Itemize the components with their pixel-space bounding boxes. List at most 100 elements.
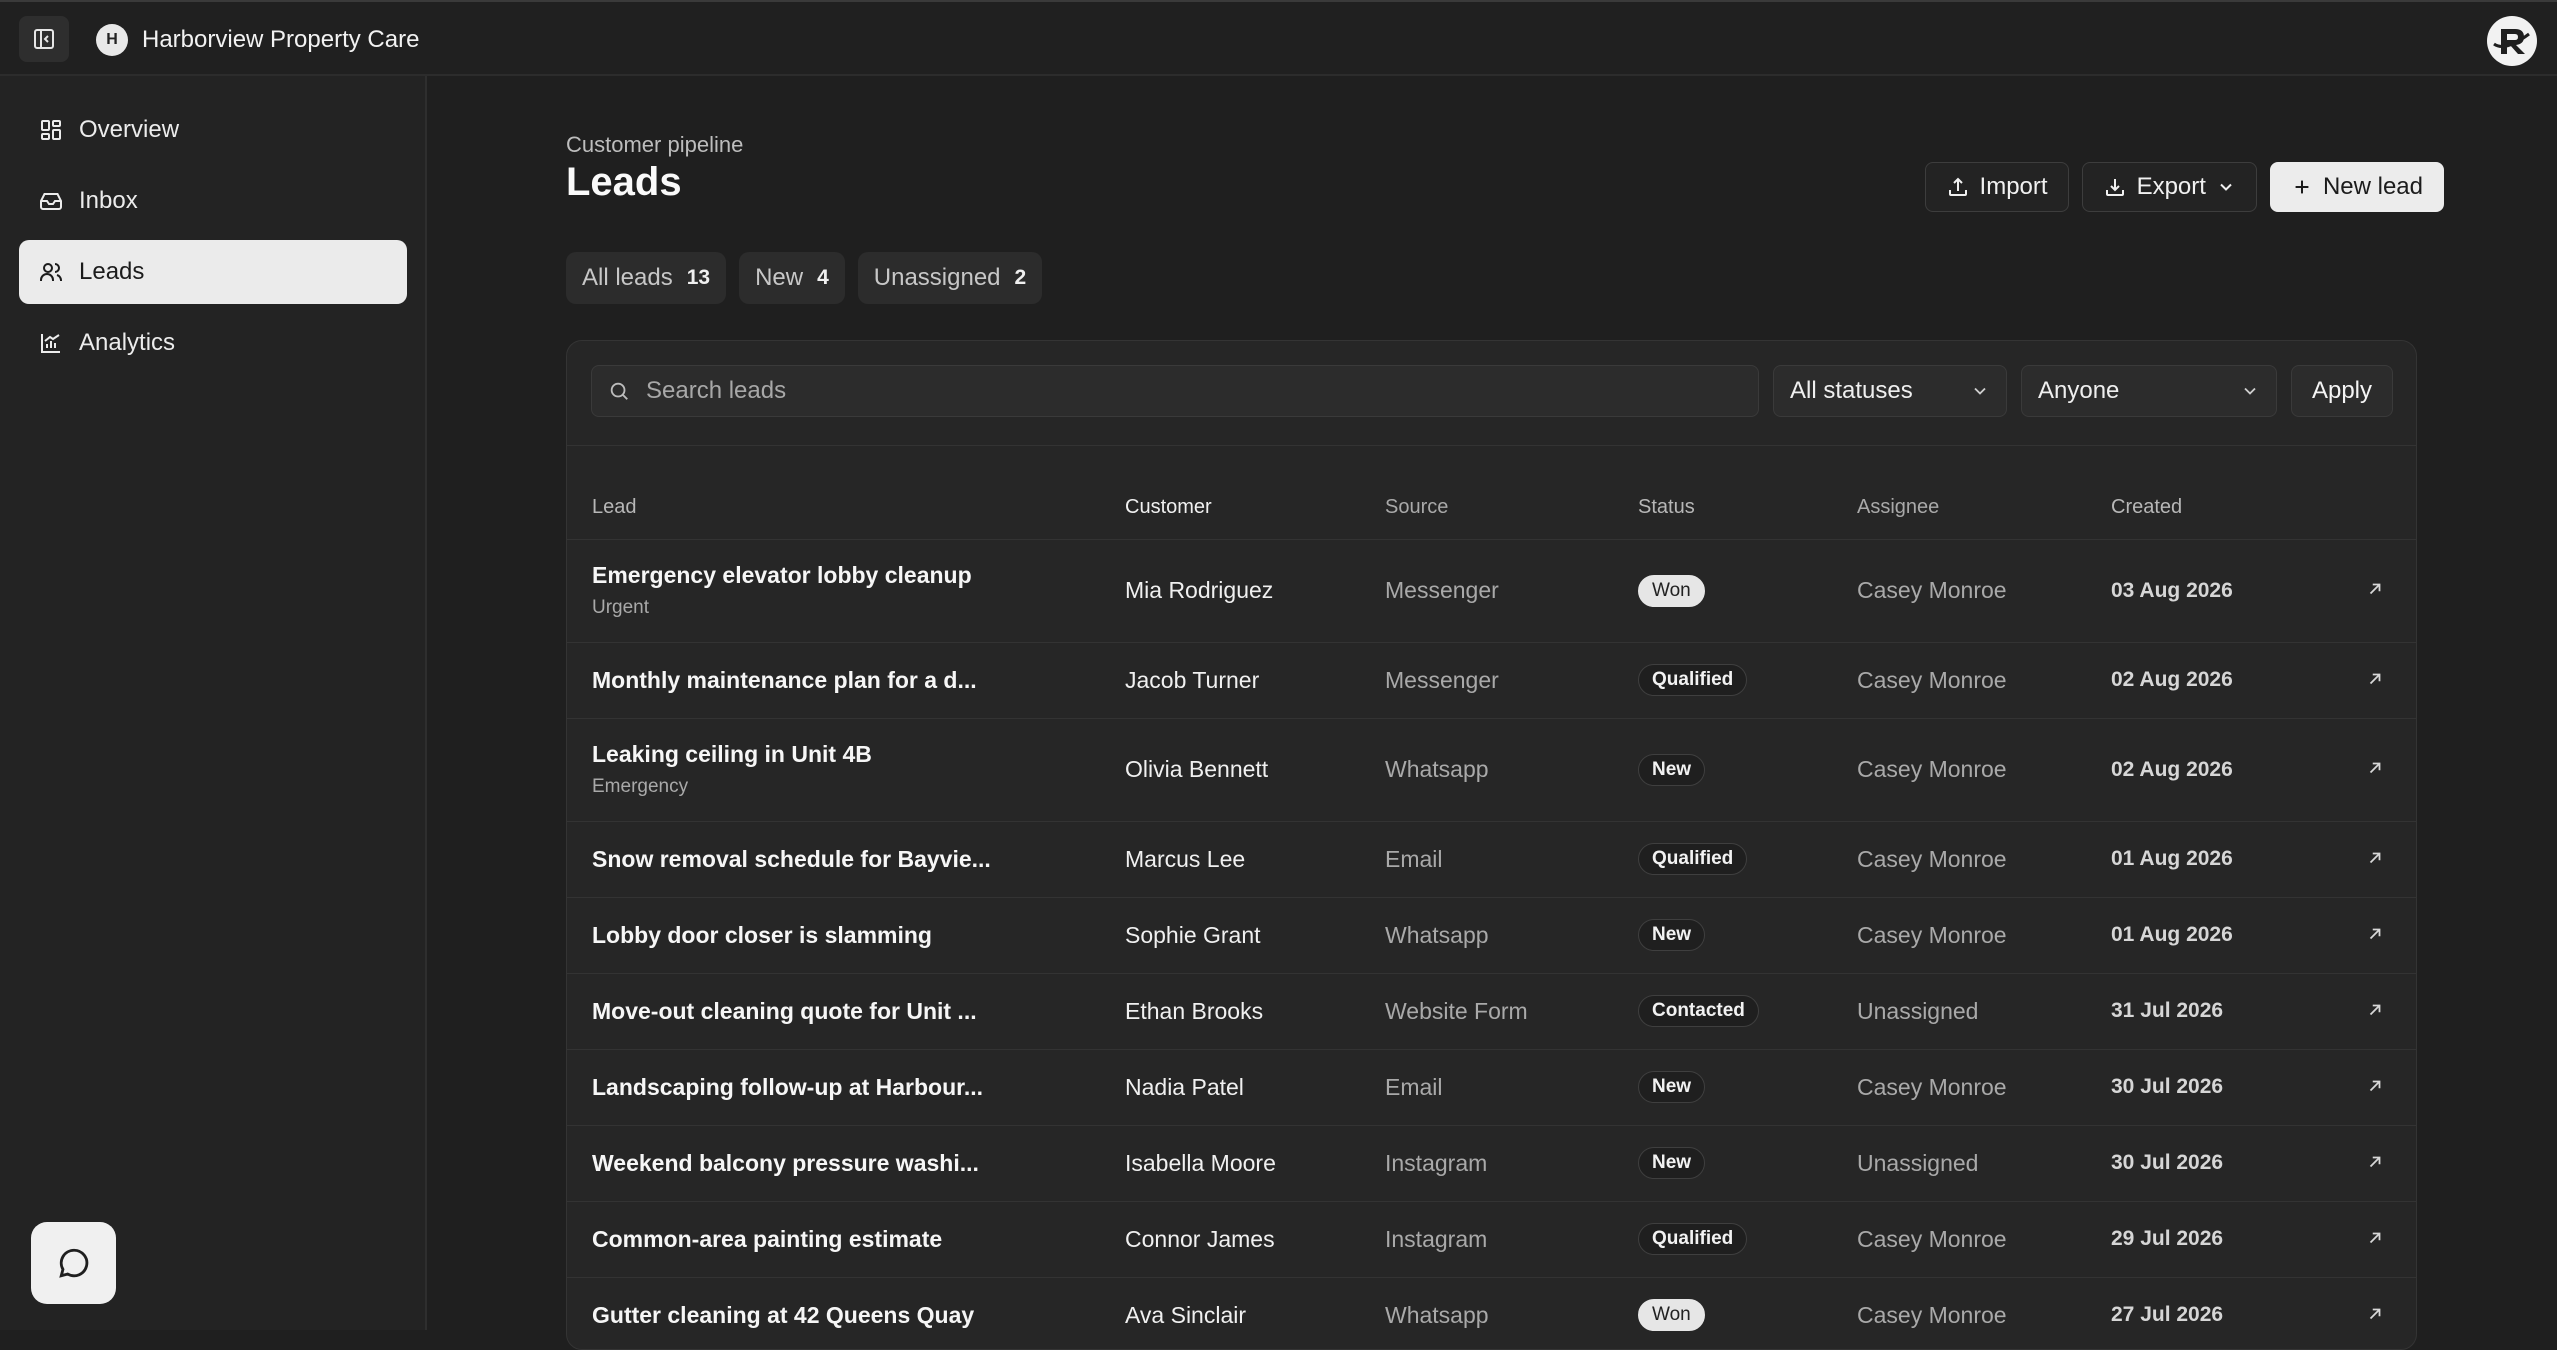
table-row[interactable]: Snow removal schedule for Bayvie... Marc…	[567, 821, 2416, 898]
table-row[interactable]: Landscaping follow-up at Harbour... Nadi…	[567, 1049, 2416, 1126]
lead-cell[interactable]: Snow removal schedule for Bayvie...	[567, 821, 1124, 898]
table-row[interactable]: Common-area painting estimate Connor Jam…	[567, 1201, 2416, 1278]
lead-title[interactable]: Snow removal schedule for Bayvie...	[592, 846, 1123, 873]
table-row[interactable]: Weekend balcony pressure washi... Isabel…	[567, 1125, 2416, 1202]
import-label: Import	[1979, 173, 2048, 200]
column-header-lead[interactable]: Lead	[567, 447, 1124, 540]
column-header-created[interactable]: Created	[2110, 447, 2342, 540]
chat-button[interactable]	[31, 1222, 116, 1304]
export-label: Export	[2136, 173, 2206, 200]
new-lead-label: New lead	[2322, 173, 2423, 200]
arrow-up-right-icon	[2369, 1156, 2381, 1167]
open-cell	[2342, 897, 2416, 974]
lead-title[interactable]: Common-area painting estimate	[592, 1226, 1123, 1253]
chart-icon	[41, 334, 60, 353]
lead-title[interactable]: Landscaping follow-up at Harbour...	[592, 1074, 1123, 1101]
column-header-source[interactable]: Source	[1384, 447, 1637, 540]
filter-chip-label: Unassigned	[873, 264, 1001, 291]
status-cell: New	[1637, 897, 1856, 974]
lead-cell[interactable]: Gutter cleaning at 42 Queens Quay	[567, 1277, 1124, 1349]
sidebar-item-analytics[interactable]: Analytics	[19, 311, 407, 375]
search-box[interactable]	[591, 365, 1759, 417]
status-cell: New	[1637, 1125, 1856, 1202]
table-row[interactable]: Leaking ceiling in Unit 4B Emergency Oli…	[567, 718, 2416, 822]
import-button[interactable]: Import	[1924, 162, 2069, 212]
lead-title[interactable]: Leaking ceiling in Unit 4B	[592, 741, 1123, 768]
open-lead-button[interactable]	[2366, 1229, 2384, 1247]
table-row[interactable]: Monthly maintenance plan for a d... Jaco…	[567, 642, 2416, 719]
lead-title[interactable]: Emergency elevator lobby cleanup	[592, 562, 1123, 589]
column-header-status[interactable]: Status	[1637, 447, 1856, 540]
sidebar-item-label: Analytics	[79, 329, 176, 356]
filter-chip-all[interactable]: All leads 13	[566, 252, 727, 304]
open-lead-button[interactable]	[2366, 1153, 2384, 1171]
lead-cell[interactable]: Common-area painting estimate	[567, 1201, 1124, 1278]
search-input[interactable]	[644, 376, 1748, 406]
status-cell: New	[1637, 1049, 1856, 1126]
new-lead-button[interactable]: New lead	[2269, 162, 2444, 212]
apply-button[interactable]: Apply	[2291, 365, 2393, 417]
lead-title[interactable]: Move-out cleaning quote for Unit ...	[592, 998, 1123, 1025]
search-icon	[610, 382, 628, 400]
status-cell: New	[1637, 718, 1856, 822]
open-lead-button[interactable]	[2366, 759, 2384, 777]
filter-chip-count: 4	[817, 266, 829, 289]
open-cell	[2342, 1125, 2416, 1202]
arrow-up-right-icon	[2369, 1232, 2381, 1243]
sidebar-item-overview[interactable]: Overview	[19, 98, 407, 162]
status-badge: New	[1638, 753, 1706, 786]
open-cell	[2342, 539, 2416, 643]
assignee-cell: Casey Monroe	[1856, 1277, 2110, 1349]
column-header-assignee[interactable]: Assignee	[1856, 447, 2110, 540]
status-select[interactable]: All statuses	[1773, 365, 2007, 417]
column-header-customer[interactable]: Customer	[1124, 447, 1384, 540]
lead-cell[interactable]: Emergency elevator lobby cleanup Urgent	[567, 539, 1124, 643]
status-badge: New	[1638, 1147, 1706, 1179]
lead-cell[interactable]: Monthly maintenance plan for a d...	[567, 642, 1124, 719]
open-lead-button[interactable]	[2366, 925, 2384, 943]
lead-title[interactable]: Lobby door closer is slamming	[592, 922, 1123, 949]
brand-logo-icon[interactable]	[2485, 14, 2539, 68]
open-lead-button[interactable]	[2366, 1305, 2384, 1323]
org-switcher[interactable]: H Harborview Property Care	[96, 22, 419, 58]
open-lead-button[interactable]	[2366, 849, 2384, 867]
table-row[interactable]: Emergency elevator lobby cleanup Urgent …	[567, 539, 2416, 643]
table-row[interactable]: Lobby door closer is slamming Sophie Gra…	[567, 897, 2416, 974]
table-row[interactable]: Move-out cleaning quote for Unit ... Eth…	[567, 973, 2416, 1050]
lead-title[interactable]: Weekend balcony pressure washi...	[592, 1150, 1123, 1177]
export-button[interactable]: Export	[2081, 162, 2257, 212]
open-cell	[2342, 1277, 2416, 1349]
lead-cell[interactable]: Leaking ceiling in Unit 4B Emergency	[567, 718, 1124, 822]
lead-cell[interactable]: Weekend balcony pressure washi...	[567, 1125, 1124, 1202]
open-lead-button[interactable]	[2366, 580, 2384, 598]
status-badge: Qualified	[1638, 664, 1748, 696]
open-lead-button[interactable]	[2366, 1077, 2384, 1095]
filter-chip-new[interactable]: New 4	[739, 252, 845, 304]
status-badge: Qualified	[1638, 843, 1748, 875]
chevron-down-icon	[2220, 183, 2232, 191]
assignee-cell: Casey Monroe	[1856, 897, 2110, 974]
open-cell	[2342, 1049, 2416, 1126]
lead-cell[interactable]: Move-out cleaning quote for Unit ...	[567, 973, 1124, 1050]
lead-cell[interactable]: Lobby door closer is slamming	[567, 897, 1124, 974]
customer-cell: Marcus Lee	[1124, 821, 1384, 898]
assignee-select[interactable]: Anyone	[2021, 365, 2277, 417]
open-lead-button[interactable]	[2366, 670, 2384, 688]
table-header-row: Lead Customer Source Status Assignee Cre…	[567, 447, 2416, 540]
sidebar-item-leads[interactable]: Leads	[19, 240, 407, 304]
page-title: Leads	[566, 160, 682, 204]
table-row[interactable]: Gutter cleaning at 42 Queens Quay Ava Si…	[567, 1277, 2416, 1349]
lead-cell[interactable]: Landscaping follow-up at Harbour...	[567, 1049, 1124, 1126]
source-cell: Messenger	[1384, 642, 1637, 719]
sidebar-toggle-icon	[34, 29, 54, 49]
open-lead-button[interactable]	[2366, 1001, 2384, 1019]
status-cell: Qualified	[1637, 821, 1856, 898]
lead-title[interactable]: Gutter cleaning at 42 Queens Quay	[592, 1302, 1123, 1329]
filter-chip-unassigned[interactable]: Unassigned 2	[857, 252, 1043, 304]
status-cell: Won	[1637, 1277, 1856, 1349]
sidebar-toggle-button[interactable]	[19, 16, 69, 62]
status-badge: Won	[1638, 574, 1705, 607]
status-badge: Won	[1638, 1299, 1705, 1331]
sidebar-item-inbox[interactable]: Inbox	[19, 169, 407, 233]
lead-title[interactable]: Monthly maintenance plan for a d...	[592, 667, 1123, 694]
